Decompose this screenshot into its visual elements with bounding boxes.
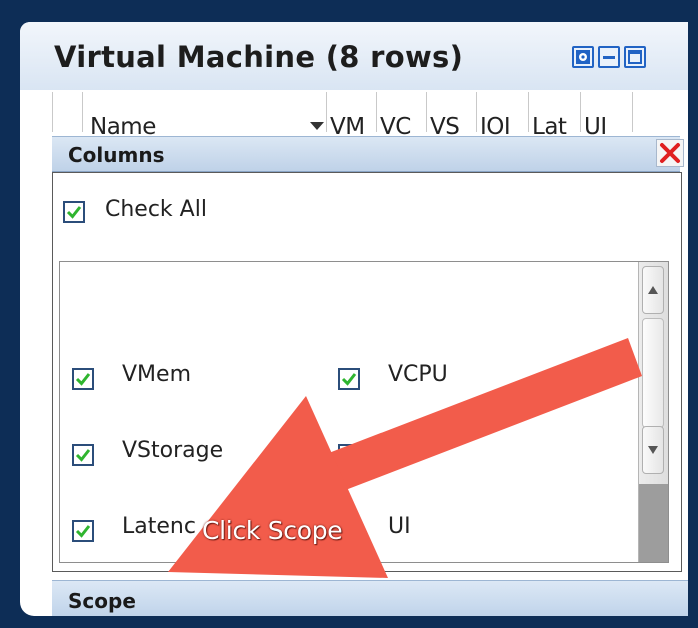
settings-icon[interactable] — [572, 46, 594, 68]
latency-checkbox[interactable] — [72, 520, 94, 542]
vcpu-label: VCPU — [388, 362, 448, 387]
sort-descending-icon[interactable] — [310, 122, 324, 130]
vmem-label: VMem — [122, 362, 191, 387]
minimize-icon[interactable] — [598, 46, 620, 68]
scroll-up-button[interactable] — [642, 266, 664, 314]
maximize-icon[interactable] — [624, 46, 646, 68]
scope-label: Scope — [68, 589, 136, 613]
check-all-checkbox[interactable] — [63, 201, 85, 223]
scrollbar-thumb[interactable] — [642, 318, 664, 428]
columns-popup-header: Columns — [52, 136, 684, 172]
latency-label: Latenc — [122, 514, 196, 539]
check-all-label: Check All — [105, 197, 207, 222]
columns-popup-title: Columns — [68, 143, 165, 167]
close-icon[interactable] — [656, 139, 684, 167]
ui-label: UI — [388, 514, 411, 539]
column-list: VMem VCPU VStorage Latenc UI — [59, 261, 669, 563]
virtual-machine-panel: Virtual Machine (8 rows) Name VM VC VS I… — [20, 22, 688, 616]
scrollbar-track[interactable] — [639, 484, 668, 562]
table-header-row: Name VM VC VS IOI Lat UI — [52, 92, 688, 140]
vertical-scrollbar[interactable] — [638, 262, 668, 562]
panel-header: Virtual Machine (8 rows) — [20, 22, 688, 90]
annotation-text: Click Scope — [202, 516, 343, 545]
scroll-down-button[interactable] — [642, 426, 664, 474]
columns-popup-body: Check All VMem VCPU VStorage Latenc UI — [52, 172, 682, 572]
vcpu-checkbox[interactable] — [338, 368, 360, 390]
vstorage-checkbox[interactable] — [72, 444, 94, 466]
column-checkbox[interactable] — [338, 444, 360, 466]
vstorage-label: VStorage — [122, 438, 224, 463]
vmem-checkbox[interactable] — [72, 368, 94, 390]
scope-header[interactable]: Scope — [52, 580, 688, 616]
panel-title: Virtual Machine (8 rows) — [54, 40, 464, 74]
